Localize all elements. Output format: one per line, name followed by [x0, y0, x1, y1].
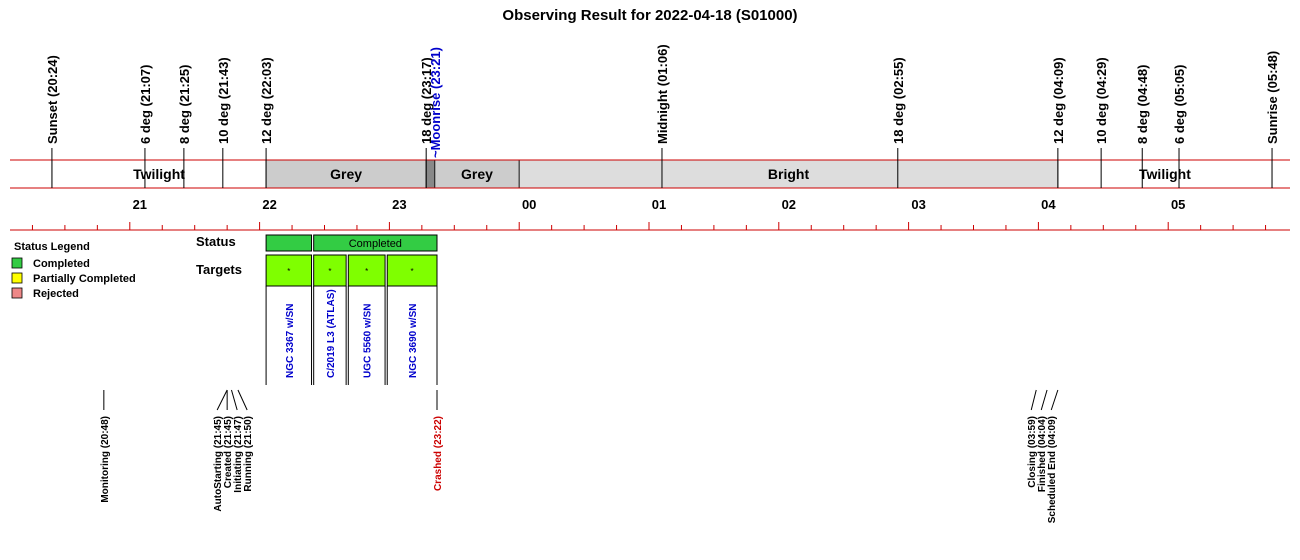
target-marker: * — [411, 267, 414, 276]
sky-band-label: Grey — [330, 166, 362, 182]
run-event-label: Scheduled End (04:09) — [1047, 416, 1058, 523]
run-events: Monitoring (20:48) AutoStarting (21:45) Cr… — [100, 389, 1059, 523]
hour-tick-label: 03 — [911, 197, 925, 212]
chart-title: Observing Result for 2022-04-18 (S01000) — [502, 7, 797, 24]
hour-tick-label: 01 — [652, 197, 666, 212]
hour-tick-label: 05 — [1171, 197, 1185, 212]
time-axis: 21222300010203040506 — [10, 197, 1290, 231]
sun-event-label: 8 deg (04:48) — [1135, 65, 1150, 144]
hour-tick-label: 21 — [133, 197, 147, 212]
target-name: NGC 3367 w/SN — [285, 304, 296, 378]
sky-band-label: Grey — [461, 166, 493, 182]
run-event-marker — [1030, 389, 1037, 411]
status-block-label: Completed — [349, 238, 402, 250]
run-event-marker — [230, 389, 238, 411]
sky-band-label: Twilight — [133, 166, 185, 182]
status-row: Status Completed — [196, 234, 438, 252]
targets-row: Targets * NGC 3367 w/SN * C/2019 L3 (ATLAS) *… — [196, 254, 438, 385]
target-marker: * — [328, 267, 331, 276]
legend-swatch — [11, 257, 23, 269]
legend-swatch — [11, 272, 23, 284]
target-name: C/2019 L3 (ATLAS) — [326, 289, 337, 378]
observing-timeline-chart: Observing Result for 2022-04-18 (S01000)… — [10, 7, 1290, 523]
status-legend: Status Legend Completed Partially Complete… — [11, 241, 136, 300]
run-event-label: Monitoring (20:48) — [100, 416, 111, 503]
target-name: NGC 3690 w/SN — [408, 304, 419, 378]
target-marker: * — [287, 267, 290, 276]
target-name: UGC 5560 w/SN — [363, 304, 374, 378]
hour-tick-label: 00 — [522, 197, 536, 212]
run-event-marker — [1040, 389, 1048, 411]
legend-item-label: Rejected — [33, 288, 79, 300]
status-block — [265, 234, 313, 252]
status-row-label: Status — [196, 234, 236, 249]
run-event-marker — [1050, 389, 1059, 411]
legend-title: Status Legend — [14, 241, 90, 253]
sun-event-label: 6 deg (21:07) — [138, 65, 153, 144]
sun-event-label: 18 deg (02:55) — [891, 57, 906, 144]
sun-event-label: Midnight (01:06) — [655, 44, 670, 144]
legend-item-label: Partially Completed — [33, 273, 136, 285]
sky-band — [425, 159, 436, 189]
run-event-label: Running (21:50) — [243, 416, 254, 492]
hour-tick-label: 02 — [782, 197, 796, 212]
hour-tick-label: 04 — [1041, 197, 1056, 212]
sun-event-label: 8 deg (21:25) — [177, 65, 192, 144]
sun-event-label: 6 deg (05:05) — [1172, 65, 1187, 144]
sun-event-label: 10 deg (21:43) — [216, 57, 231, 144]
target-marker: * — [365, 267, 368, 276]
sky-band-group: Twilight Grey Grey Bright Twilight — [10, 159, 1290, 189]
legend-item-label: Completed — [33, 258, 90, 270]
sun-event-label: Sunset (20:24) — [45, 55, 60, 144]
run-event-marker — [237, 389, 248, 411]
sun-event-label: 12 deg (22:03) — [259, 57, 274, 144]
sky-band-label: Twilight — [1139, 166, 1191, 182]
moonrise-label: ~Moonrise (23:21) — [428, 47, 443, 158]
run-event-label: Crashed (23:22) — [433, 416, 444, 491]
hour-tick-label: 23 — [392, 197, 406, 212]
sun-event-label: 10 deg (04:29) — [1094, 57, 1109, 144]
sun-event-label: 12 deg (04:09) — [1051, 57, 1066, 144]
sun-event-label: Sunrise (05:48) — [1265, 51, 1280, 144]
targets-row-label: Targets — [196, 262, 242, 277]
sky-band-label: Bright — [768, 166, 810, 182]
legend-swatch — [11, 287, 23, 299]
hour-tick-label: 22 — [262, 197, 276, 212]
run-event-marker — [216, 389, 228, 411]
